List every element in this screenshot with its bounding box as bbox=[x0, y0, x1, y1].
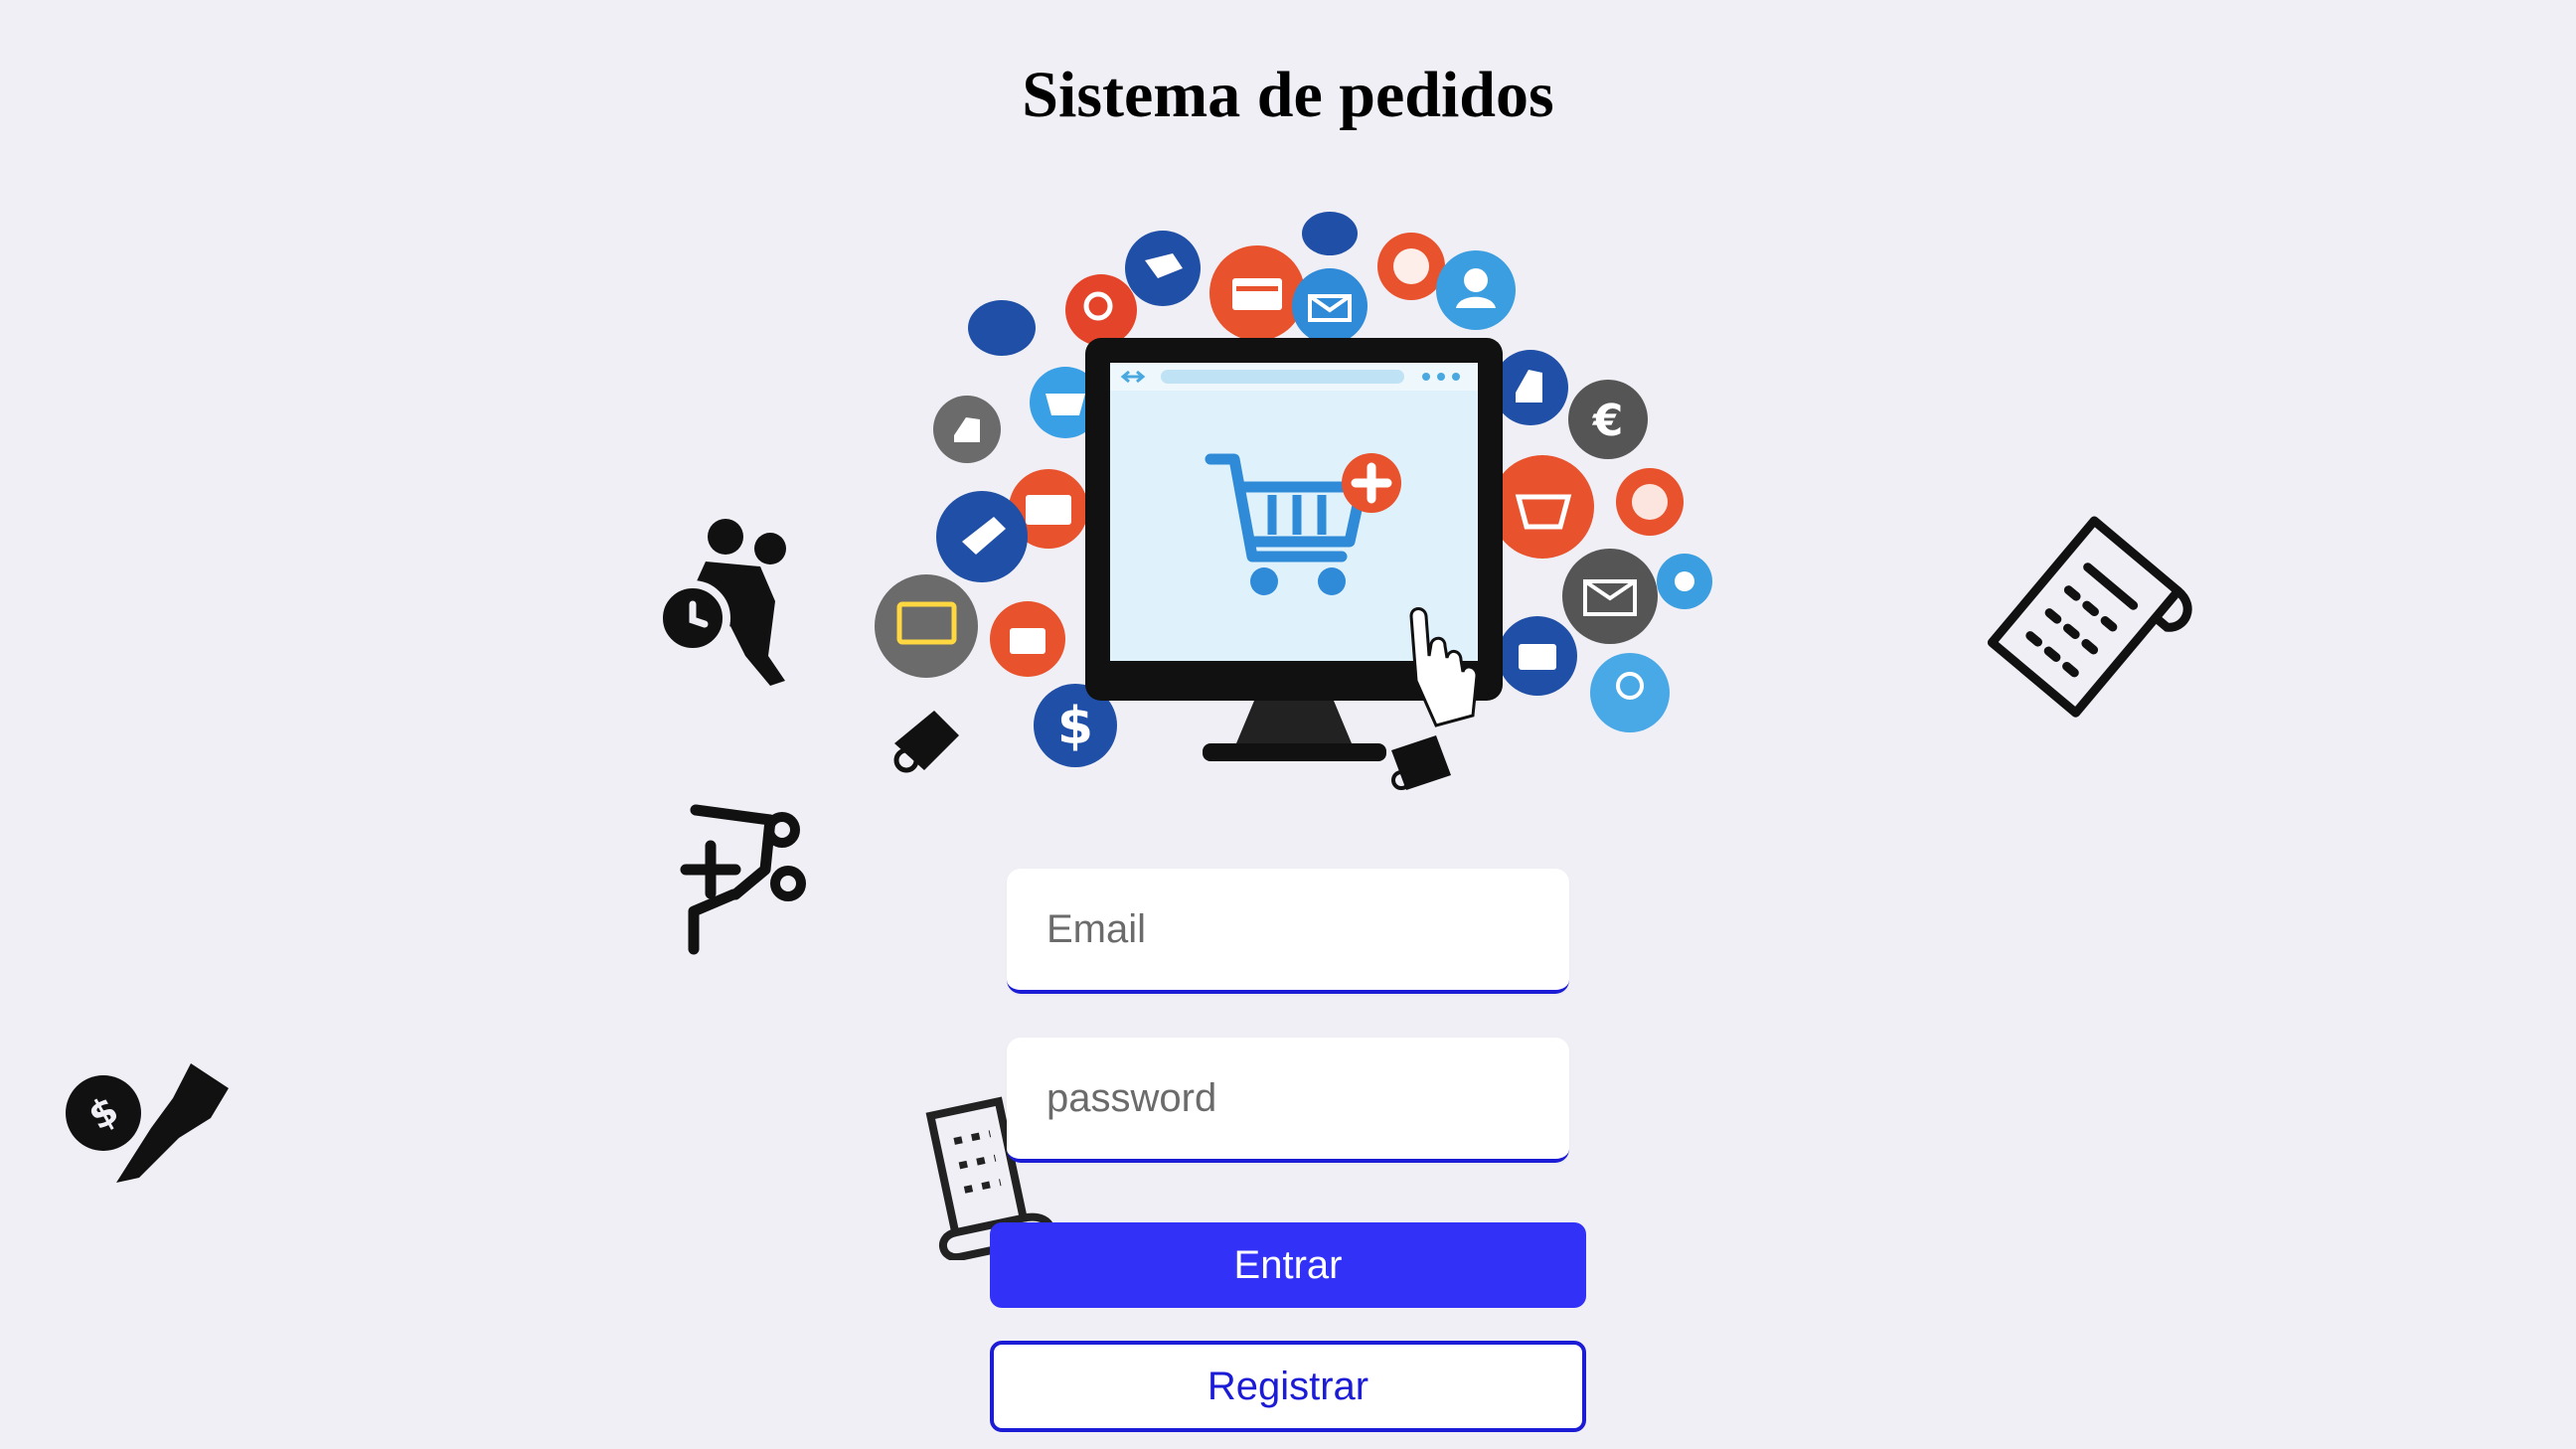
svg-text:$: $ bbox=[1057, 697, 1093, 756]
svg-text:€: € bbox=[1592, 396, 1624, 446]
page-title: Sistema de pedidos bbox=[1022, 59, 1554, 131]
password-field[interactable] bbox=[1007, 1038, 1569, 1163]
email-field[interactable] bbox=[1007, 869, 1569, 994]
delivery-clock-icon bbox=[655, 519, 786, 686]
login-page: Sistema de pedidos $ € $ Email Entrar Re… bbox=[0, 0, 2576, 1449]
login-button[interactable]: Entrar bbox=[990, 1222, 1586, 1308]
register-button[interactable]: Registrar bbox=[990, 1341, 1586, 1432]
online-shopping-illustration-icon: € $ bbox=[875, 212, 1712, 790]
add-to-cart-icon bbox=[680, 804, 806, 955]
payment-hand-icon: $ bbox=[66, 1063, 229, 1183]
receipt-icon bbox=[1987, 516, 2192, 718]
